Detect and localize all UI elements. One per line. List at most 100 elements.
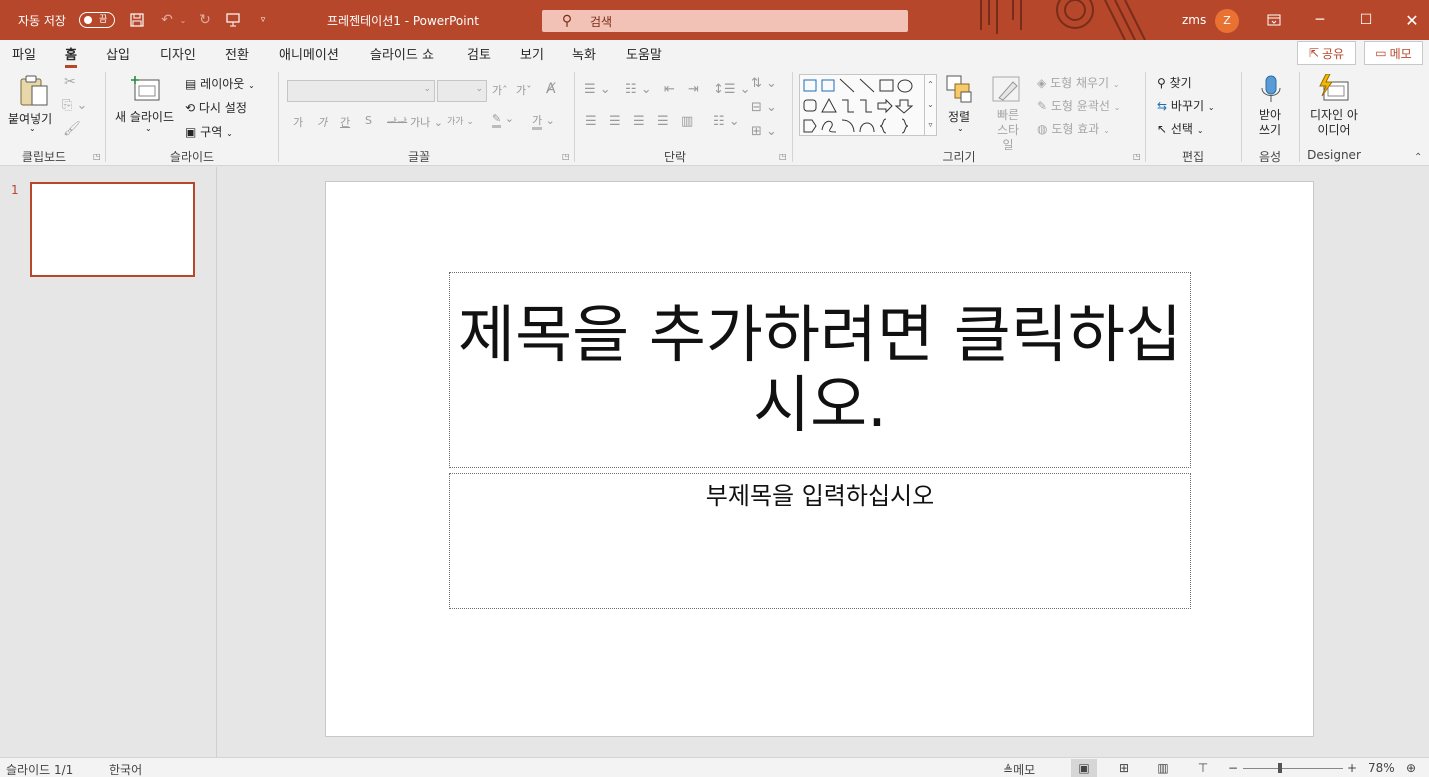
slide-thumbnail[interactable] bbox=[30, 182, 195, 277]
zoom-out-button[interactable]: − bbox=[1228, 761, 1238, 775]
shadow-button[interactable]: S bbox=[365, 114, 372, 127]
highlight-icon[interactable]: ✎ ⌄ bbox=[492, 112, 514, 128]
gallery-down-icon[interactable]: ⌄ bbox=[924, 95, 936, 115]
new-slide-button[interactable]: 새 슬라이드 bbox=[115, 108, 174, 125]
design-ideas-icon[interactable] bbox=[1318, 73, 1350, 106]
paragraph-launcher-icon[interactable]: ◳ bbox=[779, 152, 787, 161]
tab-animations[interactable]: 애니메이션 bbox=[279, 44, 339, 66]
title-placeholder[interactable]: 제목을 추가하려면 클릭하십시오. bbox=[449, 272, 1191, 468]
tab-view[interactable]: 보기 bbox=[520, 44, 544, 66]
paste-dropdown-icon[interactable]: ⌄ bbox=[29, 124, 36, 133]
cut-icon[interactable]: ✂ bbox=[64, 74, 76, 90]
shapes-row-3-icon[interactable] bbox=[802, 116, 922, 136]
undo-icon[interactable]: ↶ bbox=[157, 0, 177, 40]
format-painter-icon[interactable]: 🖌 bbox=[63, 121, 81, 137]
smartart-icon[interactable]: ⊞ ⌄ bbox=[751, 124, 777, 139]
align-left-icon[interactable]: ☰ bbox=[585, 114, 597, 129]
slideshow-view-icon[interactable]: ⊤ bbox=[1190, 759, 1216, 777]
align-center-icon[interactable]: ☰ bbox=[609, 114, 621, 129]
paste-icon[interactable] bbox=[18, 74, 50, 106]
slide[interactable]: 제목을 추가하려면 클릭하십시오. 부제목을 입력하십시오 bbox=[325, 181, 1314, 737]
reset-button[interactable]: ⟲ 다시 설정 bbox=[185, 99, 247, 116]
gallery-up-icon[interactable]: ⌃ bbox=[924, 75, 936, 95]
align-text-icon[interactable]: ⊟ ⌄ bbox=[751, 100, 777, 115]
close-icon[interactable]: ✕ bbox=[1389, 0, 1429, 40]
strikethrough-button[interactable]: ᆎᆎ bbox=[387, 114, 407, 130]
justify-icon[interactable]: ☰ bbox=[657, 114, 669, 129]
arrange-icon[interactable] bbox=[945, 74, 977, 106]
drawing-launcher-icon[interactable]: ◳ bbox=[1133, 152, 1141, 161]
clipboard-launcher-icon[interactable]: ◳ bbox=[93, 152, 101, 161]
text-direction-icon[interactable]: ⇅ ⌄ bbox=[751, 76, 777, 91]
shrink-font-icon[interactable]: 가ˇ bbox=[516, 82, 532, 98]
search-box[interactable]: ⚲ 검색 bbox=[542, 10, 908, 32]
tab-insert[interactable]: 삽입 bbox=[106, 44, 130, 66]
tab-help[interactable]: 도움말 bbox=[626, 44, 662, 66]
tab-design[interactable]: 디자인 bbox=[160, 44, 196, 66]
zoom-slider-thumb[interactable] bbox=[1278, 763, 1282, 773]
fit-to-window-icon[interactable]: ⊕ bbox=[1406, 761, 1416, 775]
clear-format-icon[interactable]: Ⱥ bbox=[546, 81, 556, 97]
tab-home[interactable]: 홈 bbox=[65, 44, 77, 68]
undo-dropdown-icon[interactable]: ⌄ bbox=[177, 0, 189, 40]
tab-record[interactable]: 녹화 bbox=[572, 44, 596, 66]
notes-button[interactable]: ≜메모 bbox=[1003, 761, 1035, 777]
design-ideas-button[interactable]: 디자인 아이디어 bbox=[1310, 108, 1358, 138]
collapse-ribbon-icon[interactable]: ⌃ bbox=[1414, 152, 1422, 163]
tab-transitions[interactable]: 전환 bbox=[225, 44, 249, 66]
save-icon[interactable] bbox=[127, 0, 147, 40]
microphone-icon[interactable] bbox=[1256, 74, 1288, 106]
customize-qat-icon[interactable]: ▿ bbox=[253, 0, 273, 40]
italic-button[interactable]: 가 bbox=[317, 114, 327, 130]
section-button[interactable]: ▣ 구역 ⌄ bbox=[185, 123, 233, 140]
tab-file[interactable]: 파일 bbox=[12, 44, 36, 66]
autosave-toggle[interactable]: 끔 bbox=[79, 12, 115, 28]
layout-button[interactable]: ▤ 레이아웃 ⌄ bbox=[185, 75, 255, 92]
maximize-icon[interactable]: ☐ bbox=[1343, 0, 1389, 40]
zoom-slider[interactable] bbox=[1243, 768, 1343, 769]
font-size-combo[interactable]: ⌄ bbox=[437, 80, 487, 102]
present-icon[interactable] bbox=[223, 0, 243, 40]
share-button[interactable]: ⇱ 공유 bbox=[1297, 41, 1356, 65]
normal-view-icon[interactable]: ▣ bbox=[1071, 759, 1097, 777]
line-spacing-icon[interactable]: ↕☰ ⌄ bbox=[713, 82, 751, 97]
shape-fill-button[interactable]: ◈ 도형 채우기 ⌄ bbox=[1037, 74, 1120, 91]
font-family-combo[interactable]: ⌄ bbox=[287, 80, 435, 102]
zoom-level[interactable]: 78% bbox=[1368, 761, 1395, 775]
tab-review[interactable]: 검토 bbox=[467, 44, 491, 66]
slide-sorter-icon[interactable]: ⊞ bbox=[1111, 759, 1137, 777]
shapes-row-2-icon[interactable] bbox=[802, 96, 922, 116]
avatar[interactable]: Z bbox=[1215, 9, 1239, 33]
new-slide-dropdown-icon[interactable]: ⌄ bbox=[145, 124, 152, 133]
language-indicator[interactable]: 한국어 bbox=[109, 761, 142, 777]
quick-styles-button[interactable]: 빠른 스타일 bbox=[995, 108, 1021, 153]
align-right-icon[interactable]: ☰ bbox=[633, 114, 645, 129]
replace-button[interactable]: ⇆ 바꾸기 ⌄ bbox=[1157, 97, 1215, 114]
decrease-indent-icon[interactable]: ⇤ bbox=[664, 82, 675, 97]
copy-icon[interactable]: ⎘ ⌄ bbox=[62, 98, 87, 113]
quick-styles-icon[interactable] bbox=[991, 74, 1023, 106]
tab-slideshow[interactable]: 슬라이드 쇼 bbox=[370, 44, 434, 66]
find-button[interactable]: ⚲ 찾기 bbox=[1157, 74, 1192, 91]
reading-view-icon[interactable]: ▥ bbox=[1150, 759, 1176, 777]
numbering-icon[interactable]: ☷ ⌄ bbox=[625, 82, 652, 97]
bold-button[interactable]: 가 bbox=[293, 114, 303, 130]
dictate-button[interactable]: 받아 쓰기 bbox=[1255, 108, 1285, 138]
shape-effects-button[interactable]: ◍ 도형 효과 ⌄ bbox=[1037, 120, 1110, 137]
redo-icon[interactable]: ↻ bbox=[195, 0, 215, 40]
increase-indent-icon[interactable]: ⇥ bbox=[688, 82, 699, 97]
underline-button[interactable]: 간 bbox=[340, 114, 350, 130]
grow-font-icon[interactable]: 가ˆ bbox=[492, 82, 508, 98]
change-case-button[interactable]: 가가 ⌄ bbox=[447, 114, 474, 127]
distribute-icon[interactable]: ▥ bbox=[681, 114, 693, 129]
new-slide-icon[interactable] bbox=[131, 74, 163, 106]
shape-outline-button[interactable]: ✎ 도형 윤곽선 ⌄ bbox=[1037, 97, 1120, 114]
gallery-more-icon[interactable]: ▿ bbox=[924, 115, 936, 135]
shapes-row-1-icon[interactable] bbox=[802, 76, 914, 96]
font-launcher-icon[interactable]: ◳ bbox=[562, 152, 570, 161]
bullets-icon[interactable]: ☰ ⌄ bbox=[584, 82, 611, 97]
comments-button[interactable]: ▭ 메모 bbox=[1364, 41, 1423, 65]
select-button[interactable]: ↖ 선택 ⌄ bbox=[1157, 120, 1204, 137]
zoom-in-button[interactable]: + bbox=[1347, 761, 1357, 775]
ribbon-display-options-icon[interactable] bbox=[1251, 0, 1297, 40]
